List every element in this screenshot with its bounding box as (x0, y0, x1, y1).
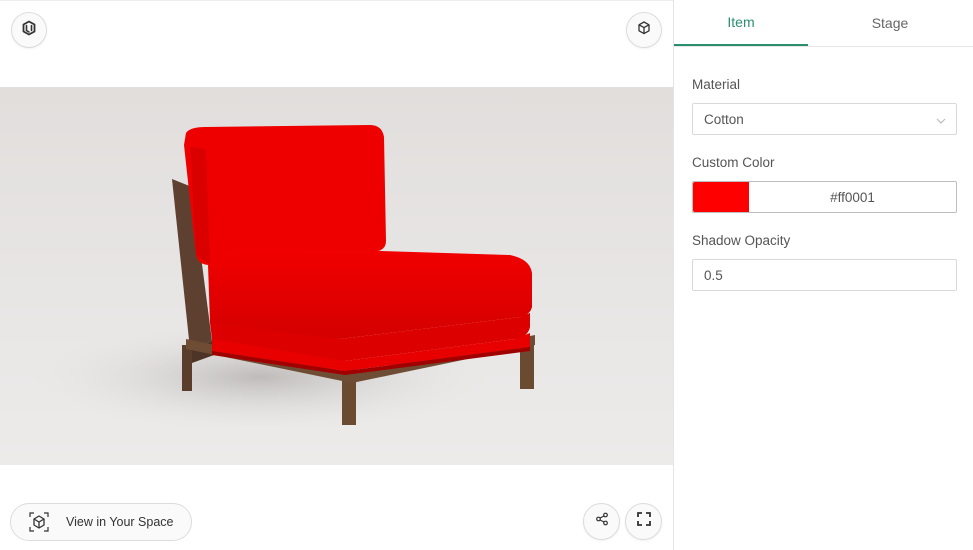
material-select[interactable]: Cotton (692, 103, 957, 135)
shadow-opacity-value: 0.5 (704, 267, 723, 283)
view-in-space-icon (28, 511, 50, 533)
view-in-your-space-button[interactable]: View in Your Space (10, 503, 192, 541)
custom-color-label: Custom Color (692, 155, 775, 170)
shadow-opacity-input[interactable]: 0.5 (692, 259, 957, 291)
chair-model (30, 125, 535, 432)
tab-stage[interactable]: Stage (808, 0, 972, 46)
3d-scene[interactable] (0, 87, 673, 465)
panel-tabs: Item Stage (674, 0, 973, 47)
product-viewer[interactable]: View in Your Space (0, 0, 673, 550)
material-value: Cotton (704, 111, 744, 127)
configurator-panel: Item Stage Material Cotton Custom Color … (673, 0, 973, 550)
custom-color-picker[interactable]: #ff0001 (692, 181, 957, 213)
view-in-space-label: View in Your Space (66, 515, 174, 529)
fullscreen-icon (636, 511, 652, 532)
share-button[interactable] (583, 503, 620, 540)
color-hex-value[interactable]: #ff0001 (749, 190, 956, 205)
logo-button[interactable] (11, 12, 47, 48)
shadow-opacity-label: Shadow Opacity (692, 233, 791, 248)
ar-button[interactable] (626, 12, 662, 48)
logo-icon (21, 20, 37, 41)
ar-cube-icon (636, 20, 652, 41)
fullscreen-button[interactable] (625, 503, 662, 540)
share-icon (595, 512, 609, 531)
material-label: Material (692, 77, 741, 92)
chevron-down-icon (936, 114, 946, 129)
color-swatch[interactable] (693, 182, 749, 212)
tab-item[interactable]: Item (674, 0, 808, 46)
